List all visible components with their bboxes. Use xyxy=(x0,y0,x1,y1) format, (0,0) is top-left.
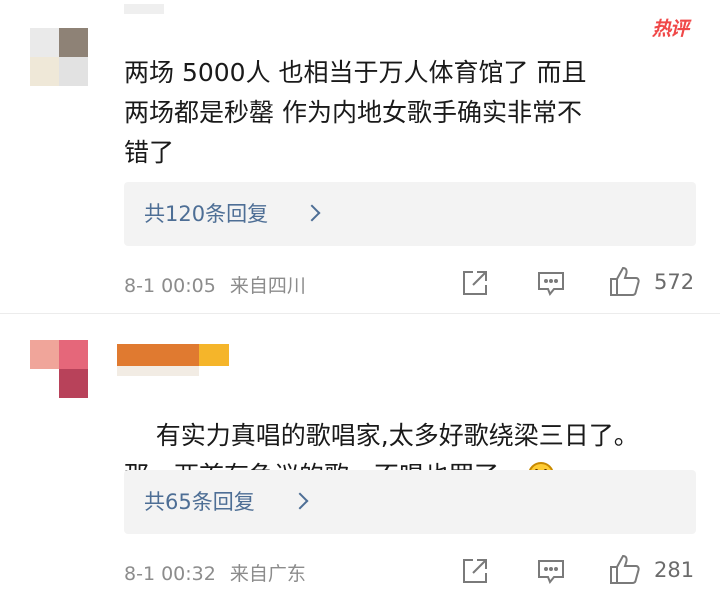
comment-item: 有实力真唱的歌唱家,太多好歌绕梁三日了。 那一两首有争议的歌，不唱也罢了。 共6… xyxy=(0,314,720,601)
comment-icon[interactable] xyxy=(536,268,566,298)
like-icon[interactable] xyxy=(608,264,642,298)
like-count: 572 xyxy=(654,270,695,294)
username-redacted xyxy=(199,344,229,366)
comment-item: 热评 两场 5000人 也相当于万人体育馆了 而且 两场都是秒罄 作为内地女歌手… xyxy=(0,0,720,313)
comment-icon[interactable] xyxy=(536,556,566,586)
replies-link-text: 共120条回复 xyxy=(144,202,269,226)
username-redacted xyxy=(117,366,199,376)
username-redacted[interactable] xyxy=(124,4,164,14)
comment-location: 来自四川 xyxy=(229,275,306,297)
comment-location: 来自广东 xyxy=(229,563,306,585)
like-icon[interactable] xyxy=(608,552,642,586)
comment-text: 两场 5000人 也相当于万人体育馆了 而且 两场都是秒罄 作为内地女歌手确实非… xyxy=(124,58,587,167)
like-count: 281 xyxy=(654,558,695,582)
avatar[interactable] xyxy=(30,340,88,398)
comment-meta: 8-1 00:05 来自四川 xyxy=(124,271,306,298)
chevron-right-icon xyxy=(291,492,309,510)
chevron-right-icon xyxy=(303,204,321,222)
comment-time: 8-1 00:05 xyxy=(124,275,216,297)
replies-button[interactable]: 共120条回复 xyxy=(124,182,696,246)
replies-button[interactable]: 共65条回复 xyxy=(124,470,696,534)
share-icon[interactable] xyxy=(460,268,490,298)
share-icon[interactable] xyxy=(460,556,490,586)
avatar[interactable] xyxy=(30,28,88,86)
replies-link-text: 共65条回复 xyxy=(144,490,255,514)
username-redacted[interactable] xyxy=(117,344,199,366)
hot-comment-badge: 热评 xyxy=(651,18,689,40)
comment-time: 8-1 00:32 xyxy=(124,563,216,585)
comment-meta: 8-1 00:32 来自广东 xyxy=(124,559,306,586)
